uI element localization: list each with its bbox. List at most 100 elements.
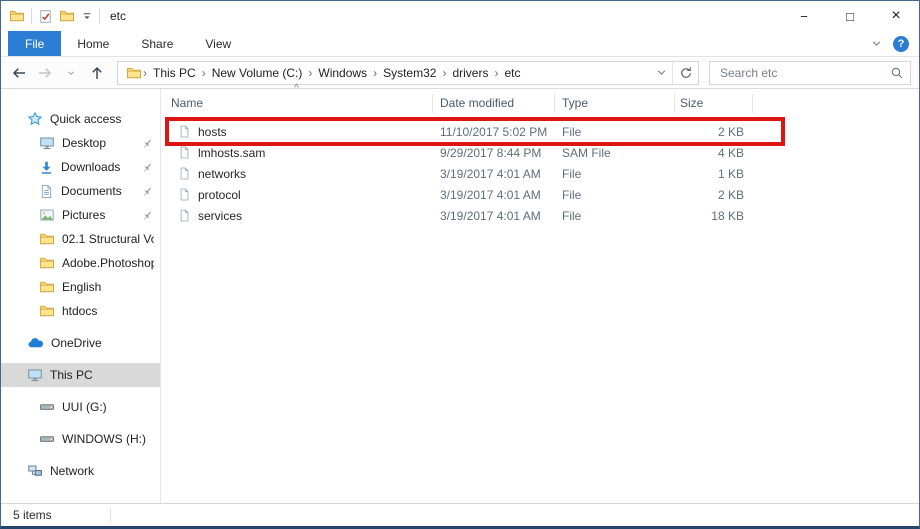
address-bar[interactable]: › This PC › New Volume (C:) › Windows › System3…: [117, 60, 699, 85]
back-button[interactable]: [7, 61, 31, 85]
search-input[interactable]: [718, 64, 890, 81]
column-header-size[interactable]: Size: [675, 93, 753, 113]
sort-ascending-icon: ^: [294, 82, 299, 94]
sidebar-item-desktop[interactable]: Desktop: [1, 131, 160, 155]
sidebar-item-documents[interactable]: Documents: [1, 179, 160, 203]
column-header-label: Size: [680, 96, 704, 110]
column-headers: Name ^ Date modified Type Size: [161, 83, 919, 117]
breadcrumb-item[interactable]: etc: [499, 66, 525, 80]
sidebar-item-htdocs[interactable]: htdocs: [1, 299, 160, 323]
sidebar-item-label: WINDOWS (H:): [62, 432, 146, 446]
folder-icon: [39, 231, 55, 247]
main-area: Quick access Desktop Downloads Documents Pic…: [1, 83, 919, 503]
monitor-icon: [39, 135, 55, 151]
status-bar: 5 items: [1, 503, 919, 526]
sidebar-item-network[interactable]: Network: [1, 459, 160, 483]
tab-home[interactable]: Home: [61, 31, 125, 56]
file-icon: [178, 208, 191, 223]
file-size: 18 KB: [711, 208, 744, 223]
file-row-hosts[interactable]: hosts 11/10/2017 5:02 PM File 2 KB: [161, 121, 919, 142]
customize-toolbar-arrow-icon[interactable]: [81, 10, 93, 22]
tab-share[interactable]: Share: [125, 31, 189, 56]
sidebar-item-label: Network: [50, 464, 95, 478]
breadcrumb-item[interactable]: This PC: [148, 66, 201, 80]
sidebar-item-this-pc[interactable]: This PC: [1, 363, 160, 387]
file-type: SAM File: [562, 145, 611, 160]
sidebar-item-pictures[interactable]: Pictures: [1, 203, 160, 227]
star-icon: [27, 111, 43, 127]
recent-locations-icon[interactable]: [59, 61, 83, 85]
file-name: lmhosts.sam: [198, 145, 266, 160]
sidebar-item-adobe-photoshop-l[interactable]: Adobe.Photoshop.L: [1, 251, 160, 275]
sidebar-item-label: This PC: [50, 368, 93, 382]
up-button[interactable]: [85, 61, 109, 85]
file-rows: hosts 11/10/2017 5:02 PM File 2 KB lmhosts.s…: [161, 121, 919, 226]
help-icon[interactable]: ?: [893, 35, 909, 52]
drive-icon: [39, 431, 55, 447]
maximize-button[interactable]: □: [827, 1, 873, 31]
ribbon-tab-bar: File Home Share View ?: [1, 31, 919, 57]
file-row-lmhosts.sam[interactable]: lmhosts.sam 9/29/2017 8:44 PM SAM File 4 KB: [161, 142, 919, 163]
sidebar-item-downloads[interactable]: Downloads: [1, 155, 160, 179]
forward-button[interactable]: [33, 61, 57, 85]
properties-icon[interactable]: [38, 9, 53, 24]
file-name: networks: [198, 166, 247, 181]
tab-view[interactable]: View: [189, 31, 247, 56]
breadcrumb-item[interactable]: New Volume (C:): [207, 66, 308, 80]
title-bar: etc − □ ×: [1, 1, 919, 31]
sidebar-item-label: htdocs: [62, 304, 98, 318]
download-icon: [39, 160, 54, 175]
column-header-label: Date modified: [440, 96, 515, 110]
items-count: 5 items: [13, 508, 52, 522]
column-header-date-modified[interactable]: Date modified: [433, 93, 555, 113]
column-header-type[interactable]: Type: [555, 93, 675, 113]
file-size: 2 KB: [717, 187, 744, 202]
file-row-protocol[interactable]: protocol 3/19/2017 4:01 AM File 2 KB: [161, 184, 919, 205]
file-type: File: [562, 166, 582, 181]
sidebar-item-02-1-structural-vowe[interactable]: 02.1 Structural Vowe: [1, 227, 160, 251]
search-icon[interactable]: [890, 66, 904, 80]
expand-ribbon-icon[interactable]: [870, 37, 883, 50]
breadcrumb-item[interactable]: drivers: [447, 66, 493, 80]
tab-file[interactable]: File: [8, 31, 62, 56]
close-button[interactable]: ×: [873, 1, 919, 31]
file-list-pane: Name ^ Date modified Type Size hosts 11/1…: [161, 83, 919, 503]
sidebar-item-uui-g[interactable]: UUI (G:): [1, 395, 160, 419]
file-name: services: [198, 208, 243, 223]
pin-icon: [141, 137, 154, 150]
toolbar-separator: [31, 8, 32, 24]
explorer-window-icon: [9, 8, 25, 24]
address-dropdown-icon[interactable]: [650, 62, 672, 84]
sidebar-item-onedrive[interactable]: OneDrive: [1, 331, 160, 355]
sidebar-item-quick-access[interactable]: Quick access: [1, 107, 160, 131]
navigation-pane: Quick access Desktop Downloads Documents Pic…: [1, 89, 161, 503]
sidebar-item-label: UUI (G:): [62, 400, 107, 414]
breadcrumb-item[interactable]: System32: [378, 66, 441, 80]
breadcrumb-item[interactable]: Windows: [313, 66, 372, 80]
file-name: hosts: [198, 124, 227, 139]
file-row-networks[interactable]: networks 3/19/2017 4:01 AM File 1 KB: [161, 163, 919, 184]
file-date-modified: 3/19/2017 4:01 AM: [440, 208, 541, 223]
column-header-label: Type: [562, 96, 589, 110]
toolbar-separator: [99, 8, 100, 24]
sidebar-item-english[interactable]: English: [1, 275, 160, 299]
explorer-window: etc − □ × File Home Share View ? › This P…: [0, 0, 920, 529]
breadcrumb: › This PC › New Volume (C:) › Windows › System3…: [118, 65, 650, 81]
sidebar-item-windows-h[interactable]: WINDOWS (H:): [1, 427, 160, 451]
sidebar-item-label: Quick access: [50, 112, 122, 126]
refresh-icon[interactable]: [672, 61, 698, 84]
search-box: [709, 60, 911, 85]
address-folder-icon: [126, 65, 142, 81]
sidebar-item-label: English: [62, 280, 102, 294]
new-folder-icon[interactable]: [59, 8, 75, 24]
sidebar-item-label: OneDrive: [51, 336, 102, 350]
column-header-name[interactable]: Name ^: [161, 83, 433, 113]
pin-icon: [141, 161, 154, 174]
file-size: 4 KB: [717, 145, 744, 160]
window-title: etc: [110, 9, 127, 23]
file-icon: [178, 145, 191, 160]
minimize-button[interactable]: −: [781, 1, 827, 31]
file-name: protocol: [198, 187, 241, 202]
monitor-icon: [27, 367, 43, 383]
file-row-services[interactable]: services 3/19/2017 4:01 AM File 18 KB: [161, 205, 919, 226]
